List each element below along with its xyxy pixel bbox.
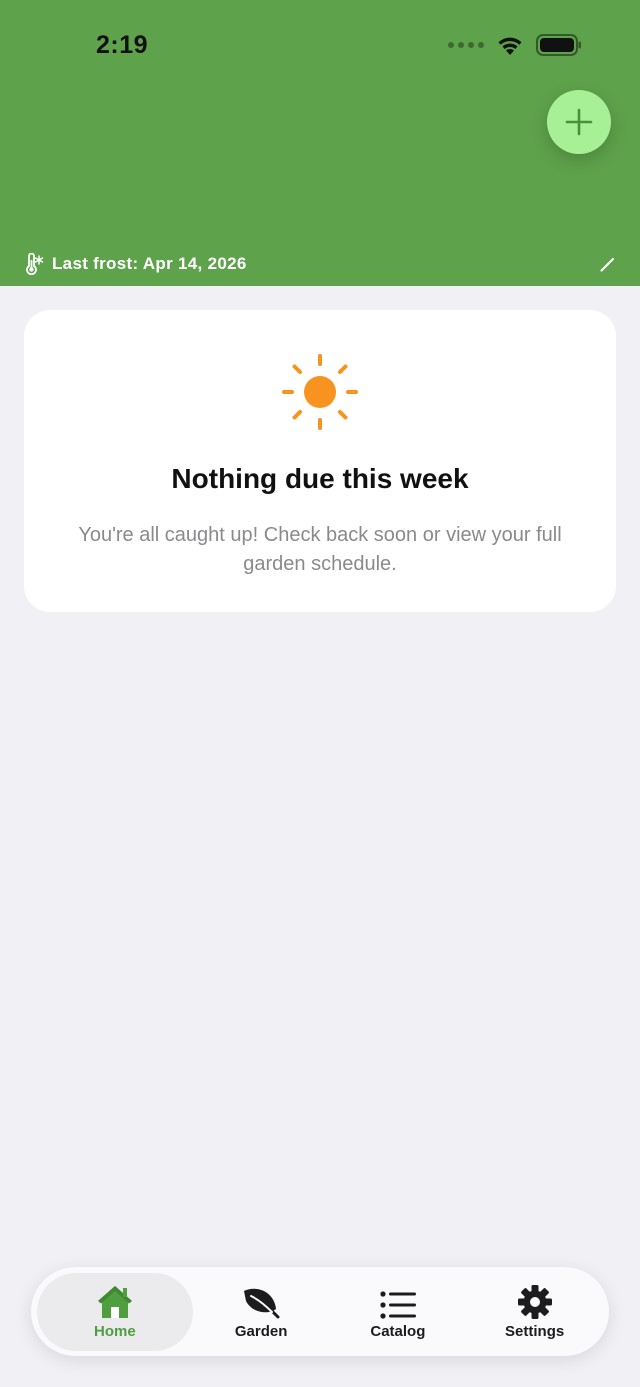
header: 2:19 Last frost: Apr 14, 2026 [0, 0, 640, 286]
empty-state-card: Nothing due this week You're all caught … [24, 310, 616, 612]
gear-icon [517, 1285, 552, 1319]
status-time: 2:19 [96, 31, 149, 59]
last-frost-label: Last frost: Apr 14, 2026 [52, 254, 247, 273]
cellular-signal-icon [448, 42, 484, 48]
plus-icon [565, 108, 593, 136]
empty-state-title: Nothing due this week [171, 463, 469, 494]
thermometer-snowflake-icon [26, 253, 44, 275]
tab-catalog-label: Catalog [370, 1323, 426, 1340]
battery-icon [536, 34, 582, 56]
leaf-icon [244, 1288, 280, 1319]
tab-home[interactable]: Home [37, 1272, 193, 1351]
edit-frost-button[interactable] [600, 256, 616, 277]
home-screen: 2:19 Last frost: Apr 14, 2026 Nothing du… [0, 0, 640, 1387]
list-icon [380, 1291, 416, 1319]
add-button[interactable] [547, 90, 611, 154]
last-frost-row: Last frost: Apr 14, 2026 [24, 253, 247, 275]
sun-icon [282, 354, 358, 435]
tab-settings-label: Settings [505, 1323, 565, 1340]
tab-catalog[interactable]: Catalog [329, 1273, 466, 1351]
tab-garden-label: Garden [234, 1323, 288, 1340]
tab-home-label: Home [94, 1323, 136, 1340]
tab-settings[interactable]: Settings [466, 1273, 603, 1351]
status-icons [448, 34, 582, 56]
tab-bar: Home Garden Catalog Settings [31, 1267, 609, 1356]
pencil-icon [600, 257, 615, 272]
empty-state-message: You're all caught up! Check back soon or… [78, 524, 562, 575]
house-icon [97, 1286, 132, 1318]
tab-garden[interactable]: Garden [193, 1273, 330, 1351]
wifi-icon [496, 34, 524, 56]
